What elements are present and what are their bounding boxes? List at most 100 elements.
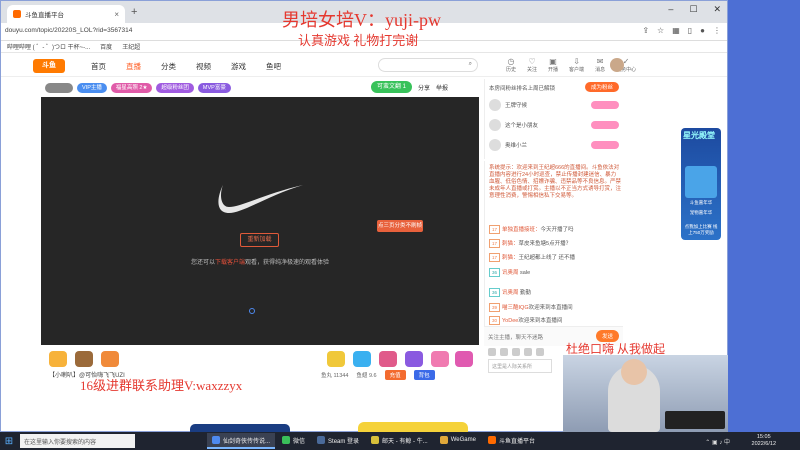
user-avatar[interactable] bbox=[610, 58, 624, 72]
camera-icon: ▣ bbox=[549, 57, 557, 66]
taskbar-item-game[interactable]: 邮天 - 有鲸 - 牛... bbox=[366, 433, 433, 449]
fans-button[interactable]: 可蛮文翻 1 bbox=[371, 81, 413, 93]
gift-0-icon[interactable] bbox=[49, 351, 67, 367]
gift-5-icon[interactable] bbox=[379, 351, 397, 367]
taskbar-item-douyu[interactable]: 斗鱼直播平台 bbox=[483, 433, 540, 449]
gift-6-icon[interactable] bbox=[405, 351, 423, 367]
nav-games[interactable]: 游戏 bbox=[231, 61, 246, 72]
nike-logo-icon bbox=[218, 185, 303, 213]
url-text[interactable]: douyu.com/topic/20220S_LOL?rid=3567314 bbox=[5, 27, 132, 34]
site-nav: 斗鱼 首页 直播 分类 视频 游戏 鱼吧 ⌕ ◷ 历史 ♡ 关注 ▣ 开播 ⇩ 客户端 … bbox=[1, 53, 727, 77]
fortune-badge[interactable]: 福星高照 2★ bbox=[110, 83, 153, 93]
douyu-logo[interactable]: 斗鱼 bbox=[33, 59, 65, 73]
keyboard bbox=[665, 411, 725, 429]
history-button[interactable]: ◷ 历史 bbox=[506, 57, 516, 73]
client-button[interactable]: ⇩ 客户端 bbox=[569, 57, 584, 73]
fan-badge-icon bbox=[591, 140, 619, 149]
reload-button[interactable]: 重新加载 bbox=[240, 233, 279, 247]
become-fan-button[interactable]: 成为粉丝 bbox=[584, 82, 619, 92]
message-button[interactable]: ✉ 消息 bbox=[595, 57, 605, 73]
browser-tab[interactable]: 斗鱼直播平台 × bbox=[7, 5, 125, 23]
gift-3-icon[interactable] bbox=[327, 351, 345, 367]
toolbar-icons: ⇪ ☆ ▦ ▯ ● ⋮ bbox=[642, 26, 721, 35]
share-icon[interactable]: ⇪ bbox=[642, 26, 649, 35]
report-link[interactable]: 举报 bbox=[436, 83, 448, 92]
star-icon[interactable]: ☆ bbox=[657, 26, 664, 35]
quality-button[interactable]: 点三页分类不刷帧 bbox=[377, 220, 423, 232]
banner-item-1: 斗鱼嘉年华 bbox=[689, 200, 713, 205]
banner-footer: 点我加上比赛 线上750万奖励 bbox=[684, 224, 718, 235]
recharge-button[interactable]: 充值 bbox=[384, 370, 406, 380]
fan-tool-icon[interactable] bbox=[500, 348, 508, 356]
emoji-icon[interactable] bbox=[488, 348, 496, 356]
rank-row[interactable]: 奥维小兰 bbox=[489, 137, 619, 152]
nav-live[interactable]: 直播 bbox=[126, 61, 141, 72]
taskbar-item-wegame[interactable]: WeGame bbox=[435, 433, 481, 449]
taskbar-item-browser[interactable]: 仙剑奇侠传传说... bbox=[207, 433, 276, 449]
wegame-icon bbox=[439, 436, 448, 444]
rank-row[interactable]: 王牌守候 bbox=[489, 97, 619, 112]
nav-category[interactable]: 分类 bbox=[161, 61, 176, 72]
banner-item-2: 宠物嘉年华 bbox=[689, 210, 713, 215]
gift-tool-icon[interactable] bbox=[524, 348, 532, 356]
profile-icon[interactable]: ● bbox=[700, 26, 705, 35]
bell-icon: ✉ bbox=[596, 57, 604, 66]
close-tab-icon[interactable]: × bbox=[114, 10, 119, 19]
wechat-icon bbox=[282, 436, 291, 444]
super-fan-badge[interactable]: 超级粉丝团 bbox=[156, 83, 194, 93]
clock-icon: ◷ bbox=[507, 57, 515, 66]
nav-yuba[interactable]: 鱼吧 bbox=[266, 61, 281, 72]
maximize-icon[interactable]: ☐ bbox=[689, 4, 697, 15]
douyu-favicon-icon bbox=[13, 10, 21, 18]
download-tip: 您还可以下载客户端观看，获得纯净极速的观看体验 bbox=[191, 260, 330, 266]
gift-8-icon[interactable] bbox=[455, 351, 473, 367]
gift-1-icon[interactable] bbox=[75, 351, 93, 367]
site-search-input[interactable]: ⌕ bbox=[378, 58, 478, 72]
rank-row[interactable]: 这个是小朋友 bbox=[489, 117, 619, 132]
search-icon[interactable]: ⌕ bbox=[469, 61, 472, 68]
nav-video[interactable]: 视频 bbox=[196, 61, 211, 72]
minimize-icon[interactable]: – bbox=[668, 4, 673, 15]
gift-4-icon[interactable] bbox=[353, 351, 371, 367]
rank-header: 本房间粉丝排名上周已解锁 bbox=[489, 86, 556, 92]
nav-home[interactable]: 首页 bbox=[91, 61, 106, 72]
menu-icon[interactable]: ⋮ bbox=[713, 26, 721, 35]
chat-input[interactable]: 这里是人际关系所 bbox=[488, 359, 552, 373]
system-tray-icons[interactable]: ⌃ ▣ ♪ 中 bbox=[705, 437, 730, 446]
extension-icon[interactable]: ▦ bbox=[672, 26, 680, 35]
taskbar-clock[interactable]: 15:05 2022/6/12 bbox=[752, 434, 776, 448]
vip-badge[interactable]: VIP主播 bbox=[77, 83, 107, 93]
game-icon bbox=[371, 436, 380, 444]
follow-button[interactable]: ♡ 关注 bbox=[527, 57, 537, 73]
fan-badge-icon bbox=[591, 120, 619, 129]
mvp-badge[interactable]: MVP富豪 bbox=[197, 83, 231, 93]
player-area: VIP主播 福星高照 2★ 超级粉丝团 MVP富豪 可蛮文翻 1 分享 举报 重… bbox=[41, 79, 479, 345]
share-link[interactable]: 分享 bbox=[418, 83, 430, 92]
windows-start-icon[interactable]: ⊞ bbox=[0, 432, 18, 450]
bookmark-wangjichao[interactable]: 王纪超 bbox=[122, 42, 140, 51]
close-window-icon[interactable]: ✕ bbox=[713, 4, 721, 15]
bookmark-bilibili[interactable]: 哔哩哔哩 ( ゜- ゜)つロ 干杯~-... bbox=[7, 42, 90, 51]
taskbar-item-steam[interactable]: Steam 登录 bbox=[312, 433, 364, 449]
banner-card-1[interactable] bbox=[685, 166, 717, 198]
new-tab-icon[interactable]: + bbox=[131, 6, 137, 18]
side-event-banner[interactable]: 星光殿堂 斗鱼嘉年华 宠物嘉年华 点我加上比赛 线上750万奖励 bbox=[681, 128, 721, 240]
gift-7-icon[interactable] bbox=[431, 351, 449, 367]
gift-2-icon[interactable] bbox=[101, 351, 119, 367]
balance-row: 鱼丸 11344 鱼翅 9.6 充值 背包 bbox=[321, 370, 435, 380]
bookmark-baidu[interactable]: 百度 bbox=[100, 42, 112, 51]
avatar bbox=[489, 138, 501, 151]
start-live-button[interactable]: ▣ 开播 bbox=[548, 57, 558, 73]
fan-badge-icon bbox=[591, 100, 619, 109]
color-tool-icon[interactable] bbox=[512, 348, 520, 356]
taskbar-item-wechat[interactable]: 微信 bbox=[277, 433, 310, 449]
barrage-tool-icon[interactable] bbox=[536, 348, 544, 356]
fish-fin-count: 鱼翅 9.6 bbox=[356, 373, 377, 379]
video-player[interactable]: 重新加载 您还可以下载客户端观看，获得纯净极速的观看体验 点三页分类不刷帧 bbox=[41, 97, 479, 345]
sidebar-icon[interactable]: ▯ bbox=[688, 26, 692, 35]
backpack-button[interactable]: 背包 bbox=[413, 370, 435, 380]
taskbar-search[interactable]: 在这里输入你要搜索的内容 bbox=[20, 434, 135, 448]
steam-icon bbox=[317, 436, 326, 444]
heart-icon: ♡ bbox=[528, 57, 536, 66]
download-client-link[interactable]: 下载客户端 bbox=[215, 260, 245, 266]
